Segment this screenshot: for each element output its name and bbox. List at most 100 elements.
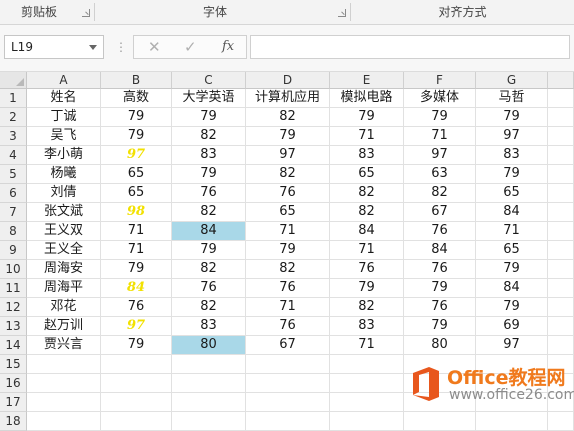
empty-cell[interactable]: [548, 317, 574, 336]
score-cell[interactable]: 97: [246, 146, 330, 165]
row-header-5[interactable]: 5: [0, 165, 27, 184]
empty-cell[interactable]: [548, 241, 574, 260]
score-cell[interactable]: 97: [101, 146, 172, 165]
name-cell[interactable]: 吴飞: [27, 127, 101, 146]
row-header-9[interactable]: 9: [0, 241, 27, 260]
score-cell[interactable]: 82: [172, 127, 246, 146]
enter-icon[interactable]: ✓: [184, 36, 197, 58]
empty-cell[interactable]: [101, 393, 172, 412]
score-cell[interactable]: 69: [476, 317, 548, 336]
clipboard-launcher-icon[interactable]: [82, 9, 90, 17]
score-cell[interactable]: 83: [172, 317, 246, 336]
score-cell[interactable]: 79: [101, 336, 172, 355]
score-cell[interactable]: 71: [246, 298, 330, 317]
score-cell[interactable]: 84: [172, 222, 246, 241]
empty-cell[interactable]: [548, 298, 574, 317]
score-cell[interactable]: 83: [330, 146, 404, 165]
empty-cell[interactable]: [246, 412, 330, 431]
score-cell[interactable]: 84: [476, 203, 548, 222]
row-header-4[interactable]: 4: [0, 146, 27, 165]
name-cell[interactable]: 赵万训: [27, 317, 101, 336]
empty-cell[interactable]: [548, 184, 574, 203]
empty-cell[interactable]: [330, 374, 404, 393]
score-cell[interactable]: 82: [246, 165, 330, 184]
score-cell[interactable]: 76: [246, 279, 330, 298]
score-cell[interactable]: 80: [404, 336, 476, 355]
score-cell[interactable]: 97: [476, 336, 548, 355]
score-cell[interactable]: 79: [172, 165, 246, 184]
empty-cell[interactable]: [476, 412, 548, 431]
row-header-16[interactable]: 16: [0, 374, 27, 393]
column-header-g[interactable]: G: [476, 72, 548, 89]
score-cell[interactable]: 82: [404, 184, 476, 203]
score-cell[interactable]: 82: [172, 298, 246, 317]
score-cell[interactable]: 79: [476, 108, 548, 127]
score-cell[interactable]: 65: [476, 184, 548, 203]
select-all-button[interactable]: [0, 72, 27, 89]
score-cell[interactable]: 65: [101, 165, 172, 184]
empty-cell[interactable]: [101, 355, 172, 374]
empty-cell[interactable]: [246, 393, 330, 412]
score-cell[interactable]: 71: [404, 127, 476, 146]
empty-cell[interactable]: [246, 374, 330, 393]
insert-function-icon[interactable]: fx: [222, 36, 234, 58]
score-cell[interactable]: 71: [101, 222, 172, 241]
name-cell[interactable]: 刘倩: [27, 184, 101, 203]
score-cell[interactable]: 82: [172, 203, 246, 222]
column-header-h[interactable]: [548, 72, 574, 89]
score-cell[interactable]: 97: [404, 146, 476, 165]
empty-cell[interactable]: [27, 393, 101, 412]
name-cell[interactable]: 贾兴言: [27, 336, 101, 355]
score-cell[interactable]: 98: [101, 203, 172, 222]
row-header-13[interactable]: 13: [0, 317, 27, 336]
score-cell[interactable]: 84: [476, 279, 548, 298]
empty-cell[interactable]: [548, 89, 574, 108]
empty-cell[interactable]: [548, 127, 574, 146]
empty-cell[interactable]: [548, 279, 574, 298]
score-cell[interactable]: 76: [246, 184, 330, 203]
score-cell[interactable]: 79: [404, 317, 476, 336]
score-cell[interactable]: 82: [172, 260, 246, 279]
score-cell[interactable]: 79: [101, 108, 172, 127]
score-cell[interactable]: 65: [330, 165, 404, 184]
empty-cell[interactable]: [330, 355, 404, 374]
name-cell[interactable]: 李小萌: [27, 146, 101, 165]
score-cell[interactable]: 76: [101, 298, 172, 317]
score-cell[interactable]: 79: [404, 108, 476, 127]
score-cell[interactable]: 71: [330, 336, 404, 355]
drag-handle-icon[interactable]: ⋮: [115, 37, 127, 57]
score-cell[interactable]: 82: [330, 203, 404, 222]
header-cell[interactable]: 马哲: [476, 89, 548, 108]
score-cell[interactable]: 97: [476, 127, 548, 146]
score-cell[interactable]: 79: [246, 127, 330, 146]
score-cell[interactable]: 83: [476, 146, 548, 165]
name-cell[interactable]: 周海安: [27, 260, 101, 279]
score-cell[interactable]: 82: [246, 108, 330, 127]
score-cell[interactable]: 79: [330, 279, 404, 298]
empty-cell[interactable]: [172, 393, 246, 412]
cancel-icon[interactable]: ✕: [148, 36, 161, 58]
score-cell[interactable]: 79: [404, 279, 476, 298]
empty-cell[interactable]: [548, 260, 574, 279]
empty-cell[interactable]: [330, 412, 404, 431]
row-header-12[interactable]: 12: [0, 298, 27, 317]
empty-cell[interactable]: [246, 355, 330, 374]
name-cell[interactable]: 周海平: [27, 279, 101, 298]
row-header-18[interactable]: 18: [0, 412, 27, 431]
score-cell[interactable]: 79: [172, 241, 246, 260]
score-cell[interactable]: 65: [476, 241, 548, 260]
score-cell[interactable]: 71: [246, 222, 330, 241]
score-cell[interactable]: 71: [101, 241, 172, 260]
score-cell[interactable]: 76: [404, 298, 476, 317]
empty-cell[interactable]: [172, 412, 246, 431]
empty-cell[interactable]: [548, 165, 574, 184]
empty-cell[interactable]: [548, 412, 574, 431]
score-cell[interactable]: 97: [101, 317, 172, 336]
score-cell[interactable]: 67: [246, 336, 330, 355]
column-header-d[interactable]: D: [246, 72, 330, 89]
score-cell[interactable]: 79: [330, 108, 404, 127]
header-cell[interactable]: 大学英语: [172, 89, 246, 108]
column-header-f[interactable]: F: [404, 72, 476, 89]
name-cell[interactable]: 丁诚: [27, 108, 101, 127]
empty-cell[interactable]: [548, 222, 574, 241]
